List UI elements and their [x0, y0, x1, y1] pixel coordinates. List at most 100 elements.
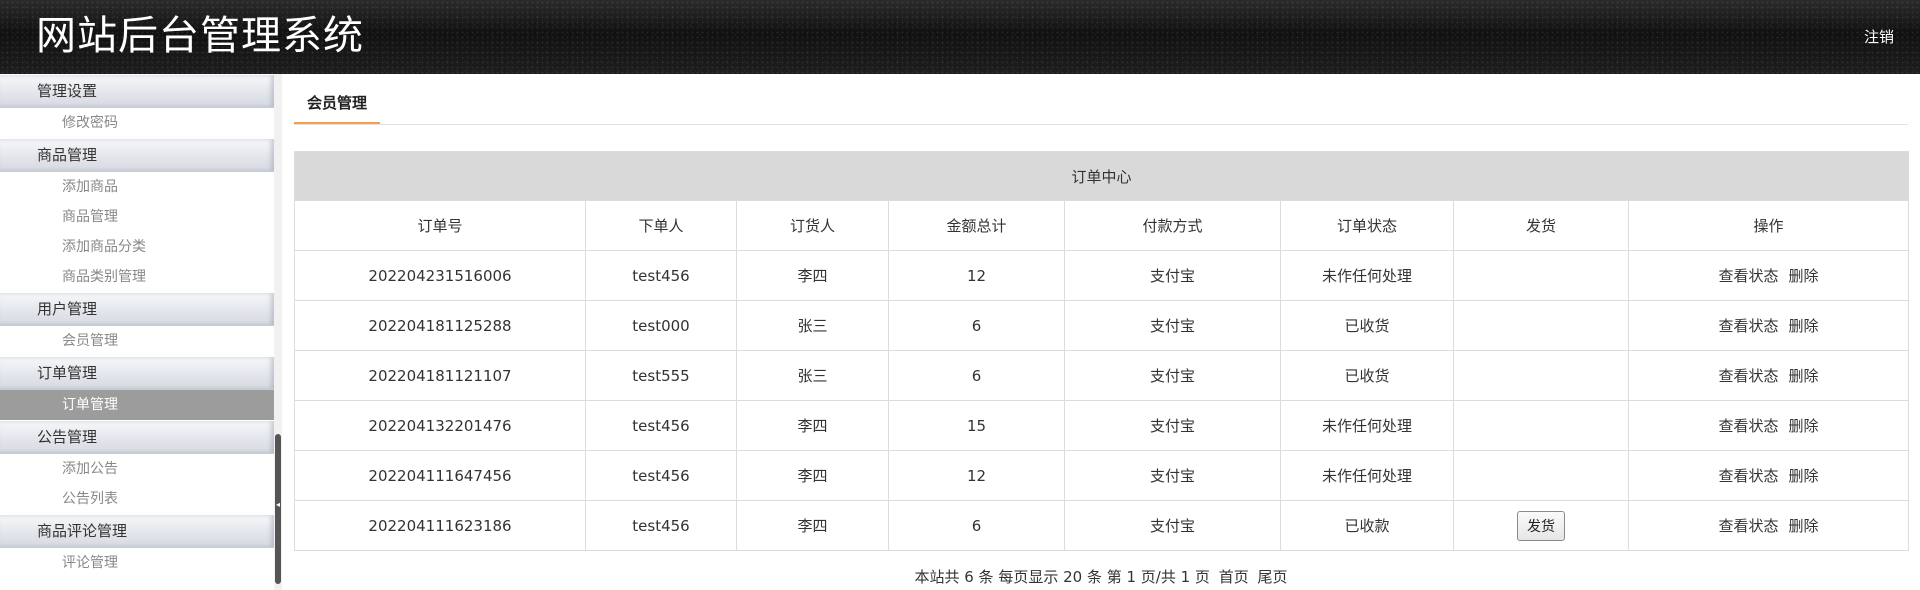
- cell-status: 已收款: [1280, 500, 1454, 551]
- cell-status: 未作任何处理: [1280, 250, 1454, 301]
- sidebar-item[interactable]: 订单管理: [0, 390, 274, 420]
- sidebar-group-title[interactable]: 用户管理: [0, 292, 274, 326]
- table-row: 202204132201476 test456 李四 15 支付宝 未作任何处理 查看状态删…: [294, 400, 1910, 451]
- cell-ship: [1453, 450, 1629, 501]
- cell-status: 未作任何处理: [1280, 450, 1454, 501]
- sidebar-group-title[interactable]: 管理设置: [0, 74, 274, 108]
- order-table-container: 订单中心 订单号 下单人 订货人 金额总计 付款方式 订单状态 发货 操作 202204231…: [293, 151, 1910, 551]
- last-page-link[interactable]: 尾页: [1258, 568, 1288, 586]
- table-caption-row: 订单中心: [293, 151, 1910, 201]
- cell-receiver: 李四: [736, 250, 889, 301]
- view-status-link[interactable]: 查看状态: [1718, 317, 1778, 335]
- cell-buyer: test456: [585, 500, 737, 551]
- view-status-link[interactable]: 查看状态: [1718, 267, 1778, 285]
- cell-order-no: 202204181121107: [294, 350, 586, 401]
- sidebar-item[interactable]: 添加商品: [0, 172, 274, 202]
- cell-actions: 查看状态 删除: [1627, 350, 1910, 401]
- tab-bar: 会员管理: [294, 88, 1908, 125]
- cell-receiver: 李四: [736, 400, 889, 451]
- table-caption: 订单中心: [293, 151, 1910, 201]
- scroll-arrow-icon[interactable]: ◂: [275, 500, 281, 509]
- sidebar-item[interactable]: 商品管理: [0, 202, 274, 232]
- cell-total: 6: [888, 300, 1065, 351]
- cell-receiver: 张三: [736, 350, 889, 401]
- sidebar-item[interactable]: 评论管理: [0, 548, 274, 578]
- cell-order-no: 202204231516006: [294, 250, 586, 301]
- table-header-row: 订单号 下单人 订货人 金额总计 付款方式 订单状态 发货 操作: [294, 200, 1910, 251]
- view-status-link[interactable]: 查看状态: [1718, 467, 1778, 485]
- delete-link[interactable]: 删除: [1789, 267, 1819, 285]
- cell-order-no: 202204132201476: [294, 400, 586, 451]
- sidebar-item[interactable]: 添加商品分类: [0, 232, 274, 262]
- site-title: 网站后台管理系统: [36, 13, 364, 59]
- cell-order-no: 202204181125288: [294, 300, 586, 351]
- sidebar-group-title[interactable]: 商品管理: [0, 138, 274, 172]
- sidebar-group-title[interactable]: 公告管理: [0, 420, 274, 454]
- logout-link[interactable]: 注销: [1864, 26, 1894, 47]
- cell-status: 未作任何处理: [1280, 400, 1454, 451]
- table-row: 202204111623186 test456 李四 6 支付宝 已收款 发货 查看状态 删除: [294, 500, 1910, 551]
- first-page-link[interactable]: 首页: [1219, 568, 1249, 586]
- cell-actions: 查看状态 删除: [1627, 450, 1910, 501]
- table-row: 202204181121107 test555 张三 6 支付宝 已收货 查看状态 删除: [294, 350, 1910, 401]
- column-header: 金额总计: [888, 200, 1065, 251]
- cell-order-no: 202204111647456: [294, 450, 586, 501]
- top-header: 网站后台管理系统 注销: [0, 0, 1920, 74]
- cell-total: 6: [888, 500, 1065, 551]
- cell-receiver: 李四: [736, 450, 889, 501]
- cell-actions: 查看状态 删除: [1627, 500, 1910, 551]
- sidebar: 管理设置 修改密码 商品管理 添加商品 商品管理 添加商品分类 商品类别管理 用户管理 会员管理…: [0, 74, 275, 590]
- cell-ship: [1453, 250, 1629, 301]
- sidebar-item[interactable]: 公告列表: [0, 484, 274, 514]
- cell-total: 6: [888, 350, 1065, 401]
- delete-link[interactable]: 删除: [1789, 467, 1819, 485]
- pagination-summary: 本站共 6 条 每页显示 20 条 第 1 页/共 1 页: [914, 568, 1210, 586]
- cell-status: 已收货: [1280, 350, 1454, 401]
- cell-ship: [1453, 300, 1629, 351]
- cell-total: 15: [888, 400, 1065, 451]
- cell-payment: 支付宝: [1064, 400, 1281, 451]
- sidebar-item[interactable]: 商品类别管理: [0, 262, 274, 292]
- cell-buyer: test456: [585, 450, 737, 501]
- table-row: 202204231516006 test456 李四 12 支付宝 未作任何处理 查看状态删…: [294, 250, 1910, 301]
- cell-ship: [1453, 400, 1629, 451]
- cell-actions: 查看状态 删除: [1627, 300, 1910, 351]
- delete-link[interactable]: 删除: [1789, 417, 1819, 435]
- cell-buyer: test456: [585, 250, 737, 301]
- main-content: 会员管理 订单中心 订单号 下单人 订货人 金额总计 付款方式 订单状态 发货 操作 2022…: [293, 74, 1910, 590]
- pagination: 本站共 6 条 每页显示 20 条 第 1 页/共 1 页 首页 尾页: [294, 566, 1908, 587]
- cell-payment: 支付宝: [1064, 300, 1281, 351]
- view-status-link[interactable]: 查看状态: [1718, 367, 1778, 385]
- tab-member-management[interactable]: 会员管理: [294, 88, 381, 124]
- column-header: 发货: [1453, 200, 1629, 251]
- cell-payment: 支付宝: [1064, 450, 1281, 501]
- cell-actions: 查看状态 删除: [1627, 250, 1910, 301]
- sidebar-group-title[interactable]: 订单管理: [0, 356, 274, 390]
- cell-buyer: test000: [585, 300, 737, 351]
- cell-total: 12: [888, 250, 1065, 301]
- sidebar-item[interactable]: 添加公告: [0, 454, 274, 484]
- table-row: 202204181125288 test000 张三 6 支付宝 已收货 查看状态 删除: [294, 300, 1910, 351]
- view-status-link[interactable]: 查看状态: [1718, 517, 1778, 535]
- column-header: 订单状态: [1280, 200, 1454, 251]
- ship-button[interactable]: 发货: [1517, 510, 1565, 541]
- cell-total: 12: [888, 450, 1065, 501]
- cell-payment: 支付宝: [1064, 350, 1281, 401]
- column-header: 下单人: [585, 200, 737, 251]
- sidebar-scrollbar-thumb[interactable]: [275, 434, 281, 584]
- delete-link[interactable]: 删除: [1789, 367, 1819, 385]
- cell-buyer: test555: [585, 350, 737, 401]
- sidebar-group-title[interactable]: 商品评论管理: [0, 514, 274, 548]
- cell-receiver: 张三: [736, 300, 889, 351]
- view-status-link[interactable]: 查看状态: [1718, 417, 1778, 435]
- sidebar-item[interactable]: 修改密码: [0, 108, 274, 138]
- order-table: 订单中心 订单号 下单人 订货人 金额总计 付款方式 订单状态 发货 操作 202204231…: [293, 151, 1910, 551]
- delete-link[interactable]: 删除: [1789, 517, 1819, 535]
- delete-link[interactable]: 删除: [1789, 317, 1819, 335]
- column-header: 付款方式: [1064, 200, 1281, 251]
- sidebar-item[interactable]: 会员管理: [0, 326, 274, 356]
- cell-payment: 支付宝: [1064, 250, 1281, 301]
- cell-order-no: 202204111623186: [294, 500, 586, 551]
- table-row: 202204111647456 test456 李四 12 支付宝 未作任何处理 查看状态删…: [294, 450, 1910, 501]
- column-header: 订单号: [294, 200, 586, 251]
